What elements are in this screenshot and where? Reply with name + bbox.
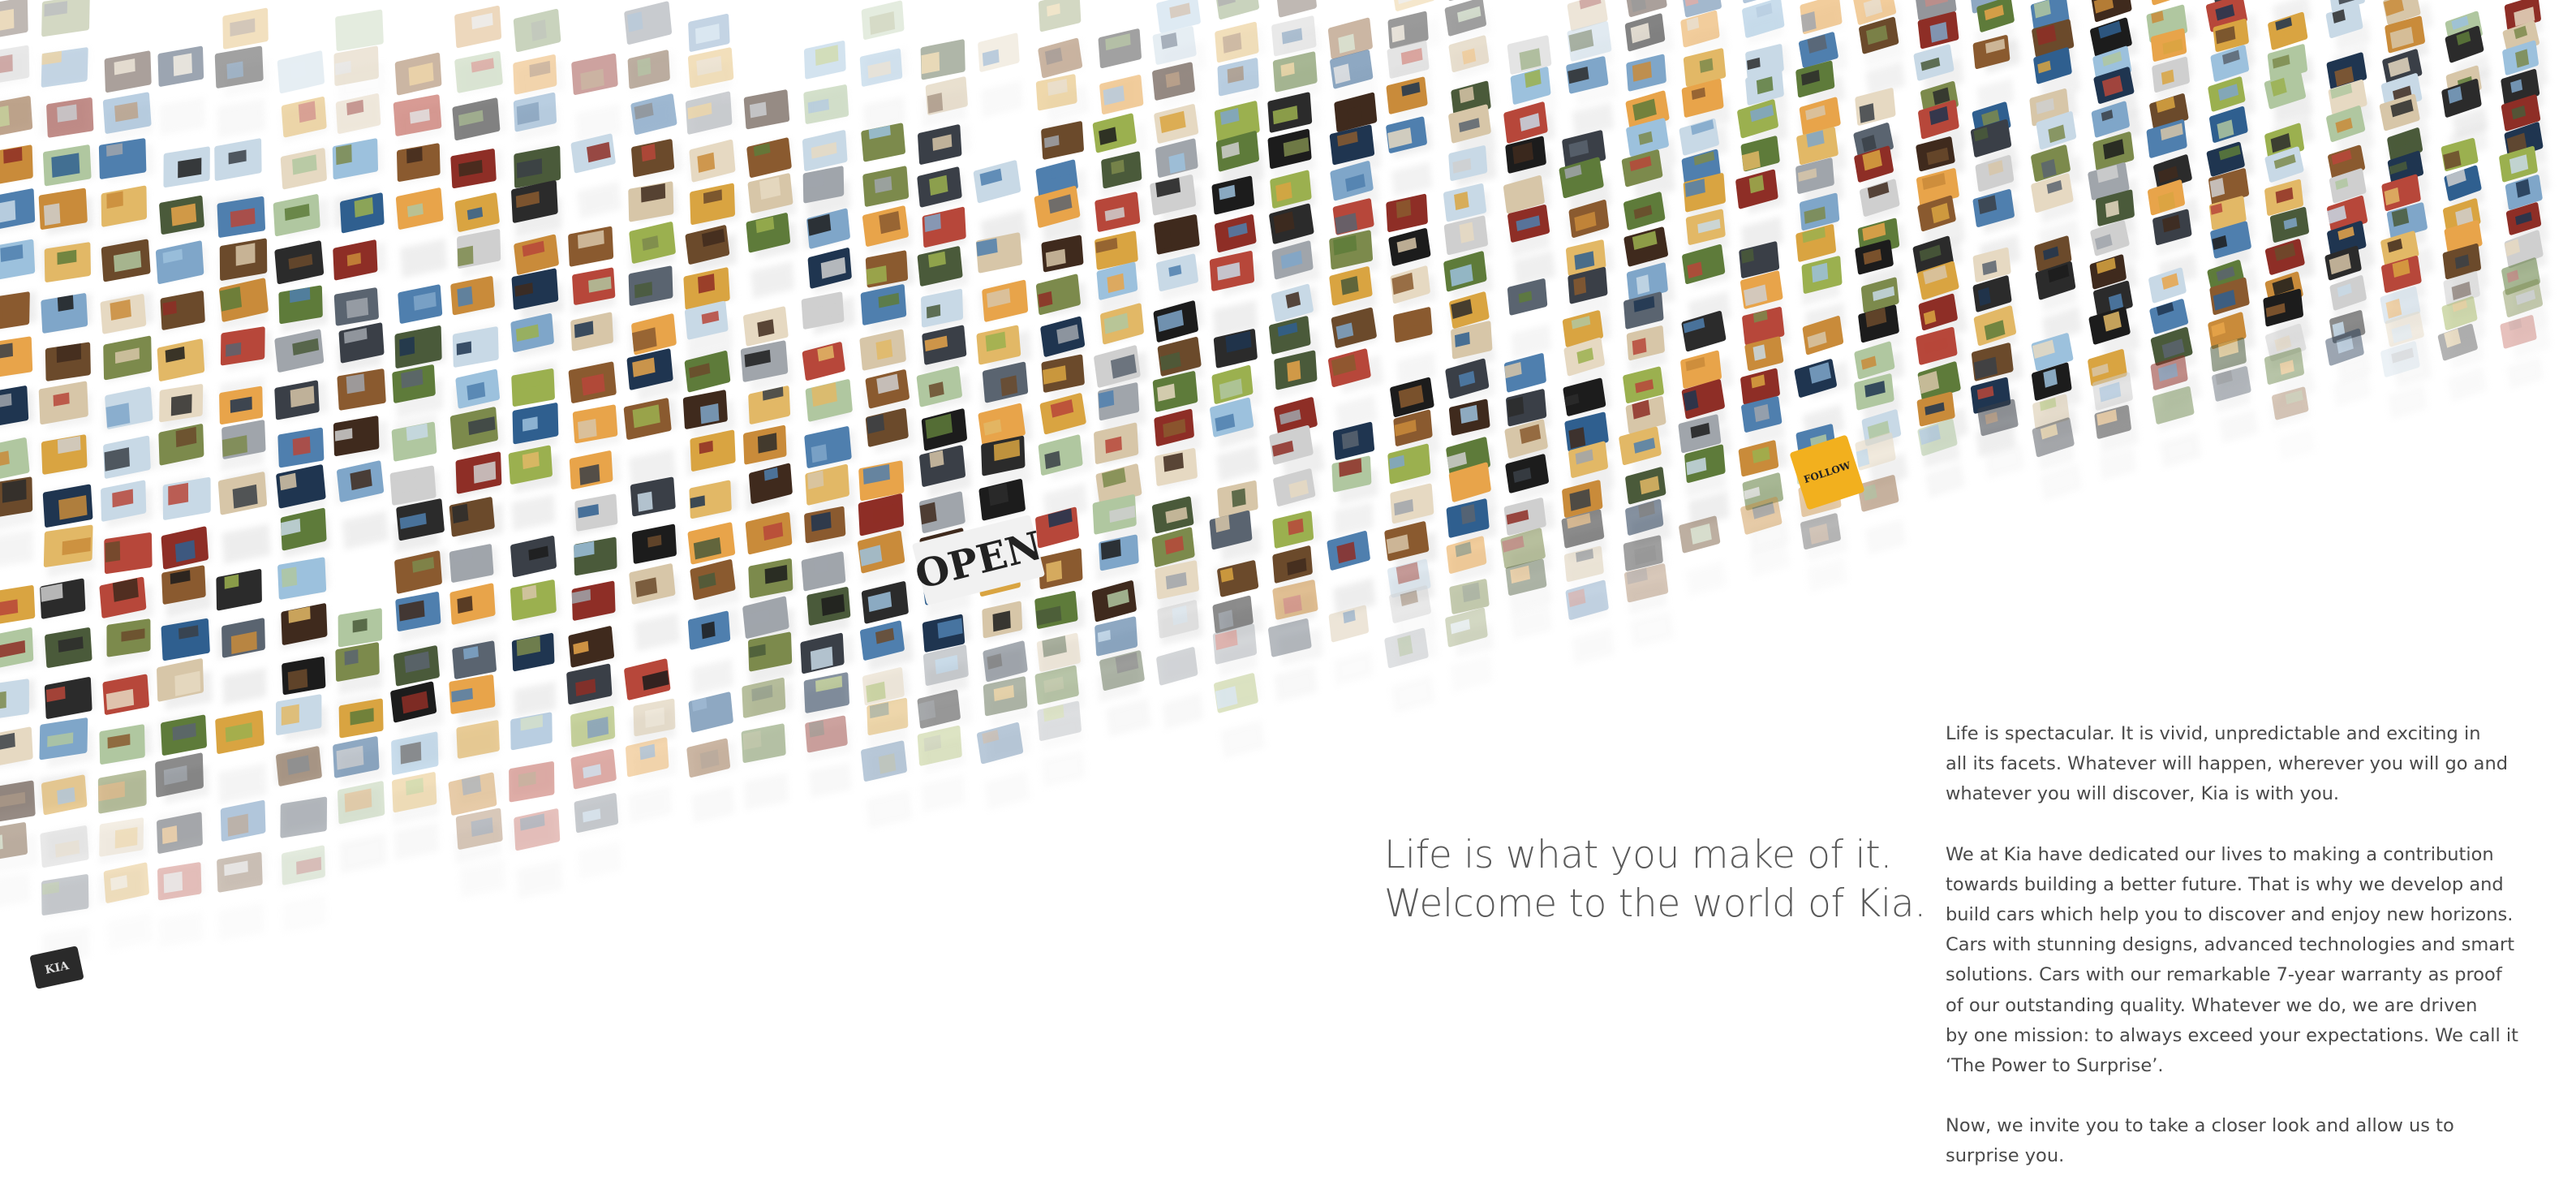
body-text-line: surprise you. [1946, 1145, 2065, 1167]
mosaic-photo-tile [741, 723, 789, 810]
body-text-line: ‘The Power to Surprise’. [1946, 1055, 2164, 1077]
mosaic-photo-tile [1328, 605, 1374, 686]
mosaic-photo-tile [1972, 35, 2015, 111]
mosaic-photo-tile [861, 740, 913, 829]
body-text-line: by one mission: to always exceed your ex… [1946, 1024, 2518, 1046]
mosaic-photo-tile [514, 808, 563, 899]
mosaic-photo-tile [395, 187, 448, 278]
mosaic-photo-tile [221, 618, 267, 705]
body-text-line: solutions. Cars with our remarkable 7-ye… [1946, 964, 2502, 986]
mosaic-photo-tile [626, 737, 673, 824]
mosaic-photo-tile [217, 472, 271, 565]
mosaic-photo-tile [686, 738, 736, 824]
mosaic-photo-tile [337, 460, 389, 550]
body-text-line: towards building a better future. That i… [1946, 873, 2504, 895]
body-text-line: Now, we invite you to take a closer look… [1946, 1115, 2454, 1137]
body-text-line: of our outstanding quality. Whatever we … [1946, 994, 2478, 1016]
mosaic-photo-tile [217, 851, 264, 941]
mosaic-photo-tile [1209, 251, 1258, 338]
mosaic-photo-tile [859, 48, 906, 132]
mosaic-photo-tile [281, 845, 327, 933]
body-text-line: whatever you will discover, Kia is with … [1946, 783, 2340, 805]
body-copy: Life is spectacular. It is vivid, unpred… [1946, 719, 2530, 1202]
mosaic-photo-tile [337, 781, 387, 874]
mosaic-photo-tile [103, 862, 153, 951]
mosaic-photo-tile [623, 398, 677, 489]
body-text-line: Cars with stunning designs, advanced tec… [1946, 934, 2515, 956]
headline-line-1: Life is what you make of it. [1384, 833, 1893, 877]
mosaic-photo-tile [978, 32, 1023, 118]
mosaic-photo-tile [215, 710, 268, 804]
body-text-line: Life is spectacular. It is vivid, unpred… [1946, 723, 2481, 744]
body-text-line: We at Kia have dedicated our lives to ma… [1946, 843, 2494, 865]
mosaic-photo-tile [157, 45, 206, 136]
mosaic-photo-tile [157, 862, 203, 948]
mosaic-photo-tile [1507, 278, 1551, 360]
body-paragraph-1: Life is spectacular. It is vivid, unpred… [1946, 719, 2530, 810]
body-text-line: build cars which help you to discover an… [1946, 904, 2514, 926]
mosaic-photo-tile [571, 53, 622, 144]
mosaic-photo-tile [1679, 515, 1727, 597]
body-paragraph-3: Now, we invite you to take a closer look… [1946, 1111, 2530, 1171]
mosaic-photo-tile [574, 793, 622, 880]
mosaic-photo-tile [570, 133, 622, 219]
body-paragraph-2: We at Kia have dedicated our lives to ma… [1946, 840, 2530, 1082]
headline-line-2: Welcome to the world of Kia. [1384, 881, 1926, 926]
body-text-line: all its facets. Whatever will happen, wh… [1946, 753, 2509, 775]
mosaic-photo-tile [511, 632, 557, 718]
kia-logo-photo: KIA [30, 946, 84, 989]
mosaic-photo-tile [1735, 169, 1784, 254]
headline: Life is what you make of it. Welcome to … [1384, 831, 1952, 928]
mosaic-photo-tile [1327, 531, 1377, 616]
mosaic-photo-tile [687, 610, 734, 696]
mosaic-photo-tile [1038, 434, 1088, 523]
